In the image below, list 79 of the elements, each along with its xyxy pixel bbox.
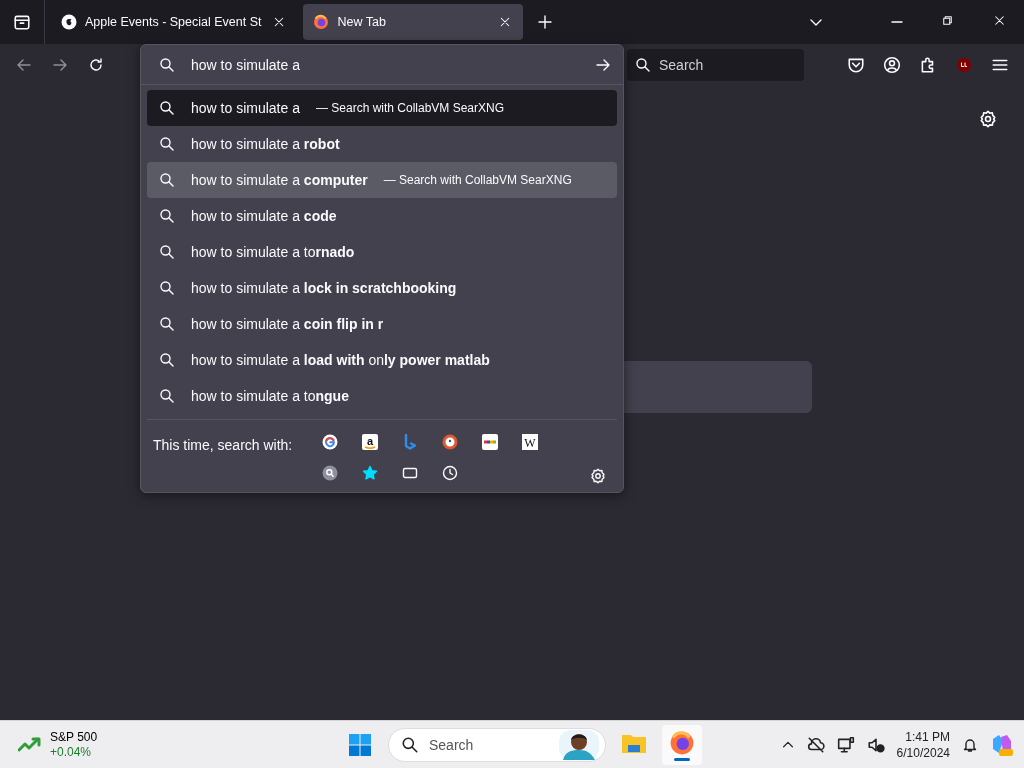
suggestion-item[interactable]: how to simulate a robot [147, 126, 617, 162]
close-icon [273, 16, 286, 28]
suggestion-item[interactable]: how to simulate a tornado [147, 234, 617, 270]
suggestion-text: how to simulate a computer [191, 172, 368, 188]
star-icon [362, 465, 379, 481]
apple-icon [61, 14, 77, 30]
search-action-text: — Search with CollabVM SearXNG [315, 101, 505, 115]
tab-icon [402, 465, 419, 481]
taskbar-search[interactable]: Search [388, 728, 606, 762]
amazon-icon: a [362, 434, 379, 450]
address-field[interactable]: how to simulate a [191, 56, 579, 73]
clock-time: 1:41 PM [905, 728, 950, 745]
search-icon [159, 208, 175, 224]
search-placeholder: Search [659, 56, 704, 73]
search-with-label: This time, search with: [153, 437, 293, 455]
suggestion-text: how to simulate a load with only power matlab [191, 352, 490, 368]
widget-title: S&P 500 [50, 729, 98, 745]
close-icon [995, 16, 1007, 28]
search-icon [401, 736, 419, 754]
account-icon [883, 55, 901, 74]
plus-icon [537, 14, 554, 30]
search-icon [159, 136, 175, 152]
reload-icon [88, 56, 104, 73]
search-field[interactable]: Search [627, 48, 804, 81]
search-icon [159, 244, 175, 260]
wikipedia-icon: W [522, 434, 539, 450]
suggestion-item[interactable]: how to simulate a code [147, 198, 617, 234]
search-icon [159, 56, 175, 73]
ebay-icon [482, 434, 499, 450]
engine-button[interactable]: W [516, 430, 545, 454]
close-icon [499, 16, 512, 28]
search-icon [635, 56, 651, 73]
browser-tab[interactable]: New Tab [303, 4, 524, 40]
bell-icon [962, 736, 978, 753]
suggestion-item[interactable]: how to simulate a — Search with CollabVM SearXNG [147, 90, 617, 126]
suggestion-item[interactable]: how to simulate a lock in scratchbooking [147, 270, 617, 306]
suggestion-text: how to simulate a robot [191, 136, 340, 152]
clock-date: 6/10/2024 [896, 744, 950, 761]
suggestion-item[interactable]: how to simulate a load with only power matlab [147, 342, 617, 378]
suggestion-text: how to simulate a coin flip in r [191, 316, 384, 332]
suggestion-item[interactable]: how to simulate a computer — Search with CollabVM SearXNG [147, 162, 617, 198]
suggestion-text: how to simulate a code [191, 208, 337, 224]
search-icon [159, 100, 175, 116]
tray-icon [13, 13, 31, 31]
tab-title: New Tab [337, 15, 387, 29]
restore-icon [943, 16, 955, 28]
search-icon [159, 172, 175, 188]
minimize-icon [891, 21, 903, 23]
search-action-text: — Search with CollabVM SearXNG [383, 173, 572, 187]
suggestion-text: how to simulate a [191, 100, 300, 116]
browser-tab[interactable]: Apple Events - Special Event St [51, 4, 298, 40]
search-icon [159, 280, 175, 296]
trend-icon [18, 735, 42, 754]
bing-icon [402, 434, 419, 450]
search-icon [159, 352, 175, 368]
search-icon [159, 388, 175, 404]
cloud-off-icon [806, 735, 825, 754]
settings-icon [979, 110, 997, 128]
firefox-icon [669, 729, 695, 756]
suggestion-text: how to simulate a tornado [191, 244, 355, 260]
copilot-icon [990, 732, 1014, 757]
search-icon [322, 465, 339, 481]
suggestion-item[interactable]: how to simulate a tongue [147, 378, 617, 414]
settings-icon [590, 468, 606, 484]
suggestion-text: how to simulate a tongue [191, 388, 349, 404]
clock-icon [442, 465, 459, 481]
firefox-icon [313, 14, 330, 30]
suggestion-text: how to simulate a lock in scratchbooking [191, 280, 457, 296]
network-icon [836, 735, 855, 754]
engine-button[interactable]: a [356, 430, 385, 454]
google-icon [322, 434, 339, 450]
duck-icon [442, 434, 459, 450]
search-icon [159, 316, 175, 332]
taskbar-app[interactable] [662, 725, 702, 765]
tab-title: Apple Events - Special Event St [85, 15, 262, 29]
suggestion-item[interactable]: how to simulate a coin flip in r [147, 306, 617, 342]
taskbar-search-placeholder: Search [429, 737, 475, 753]
widget-change: +0.04% [50, 744, 93, 760]
windows-icon [348, 733, 372, 757]
